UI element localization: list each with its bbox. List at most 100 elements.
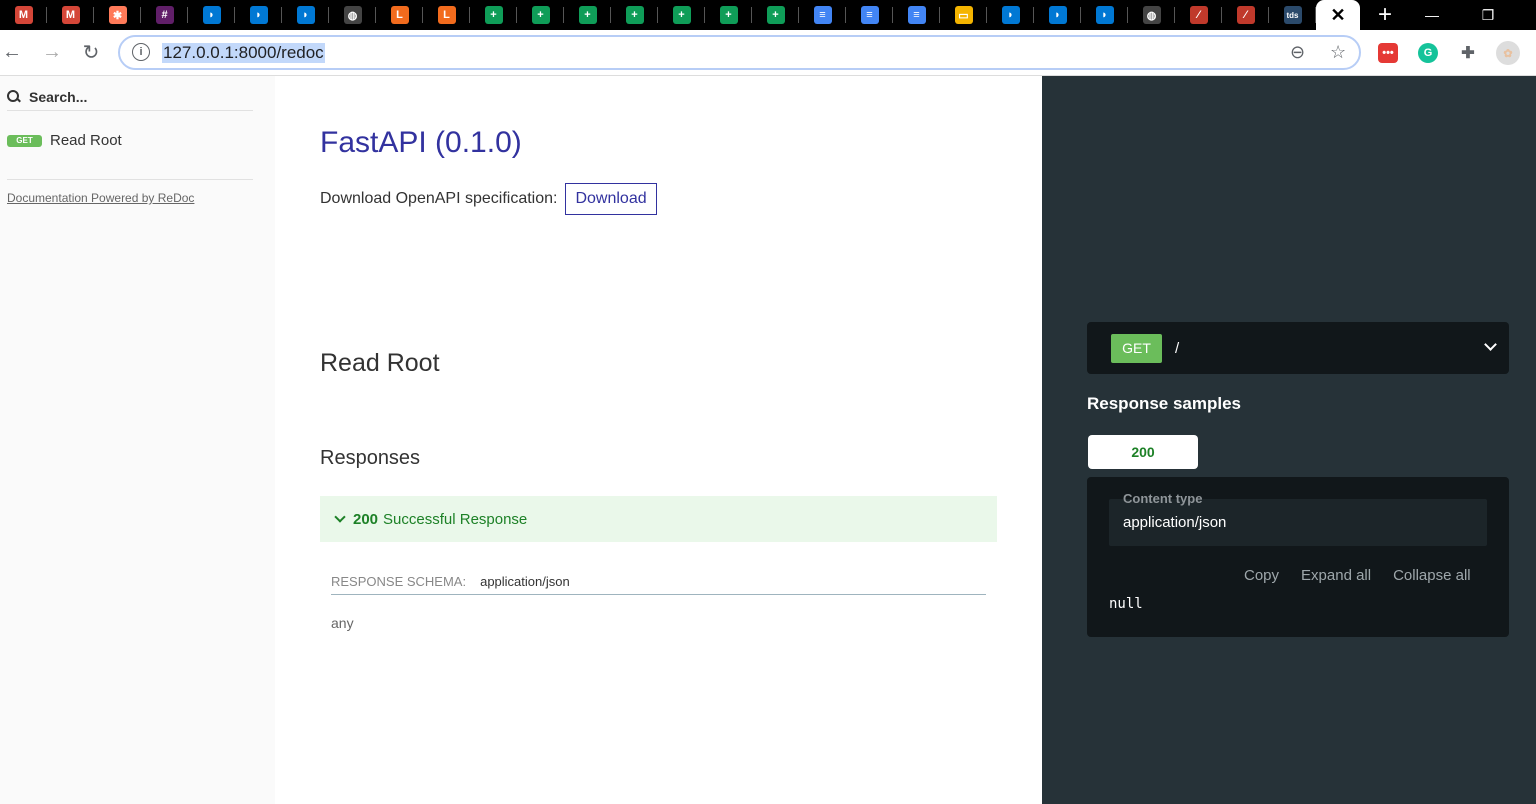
browser-tab[interactable]: ⁄ [1222,0,1269,30]
profile-avatar[interactable]: ✿ [1496,41,1520,65]
response-sample-box: Content type application/json Copy Expan… [1087,477,1509,637]
browser-tab[interactable]: ≡ [846,0,893,30]
sheets-icon: + [766,6,785,24]
browser-tab[interactable]: ◍ [1128,0,1175,30]
schema-type: any [331,615,354,631]
response-200-toggle[interactable]: 200 Successful Response [320,496,997,542]
browser-tab[interactable]: ◗ [987,0,1034,30]
gmail-icon: M [61,6,80,24]
azure-devops-icon: ◗ [249,6,268,24]
download-spec-row: Download OpenAPI specification: Download [320,183,657,215]
browser-tab[interactable]: + [752,0,799,30]
browser-tab[interactable]: ≡ [893,0,940,30]
close-icon[interactable]: ✕ [1330,5,1345,26]
globe-icon: ◍ [1142,6,1161,24]
browser-tab[interactable]: + [470,0,517,30]
expand-all-button[interactable]: Expand all [1301,567,1371,584]
minimize-button[interactable]: — [1404,0,1460,30]
feather-icon: ⁄ [1236,6,1255,24]
sheets-icon: + [531,6,550,24]
browser-tab[interactable]: # [141,0,188,30]
browser-tab[interactable]: + [705,0,752,30]
browser-tab[interactable]: ◍ [329,0,376,30]
response-schema-content-type: application/json [480,574,570,589]
content-type-label: Content type [1123,491,1203,506]
browser-tab[interactable]: + [658,0,705,30]
endpoint-toggle[interactable]: GET / [1087,322,1509,374]
search-input[interactable]: Search... [29,89,87,105]
sheets-icon: + [484,6,503,24]
endpoint-path: / [1175,339,1180,357]
extensions-puzzle-icon[interactable]: ✚ [1458,43,1478,63]
copy-button[interactable]: Copy [1244,567,1279,584]
address-bar[interactable]: i 127.0.0.1:8000/redoc ⊖ ☆ [118,35,1361,70]
sidebar-item-label: Read Root [50,132,122,149]
browser-tab[interactable]: ⁄ [1175,0,1222,30]
tds-icon: tds [1283,6,1302,24]
sample-actions: Copy Expand all Collapse all [1244,567,1493,584]
browser-tab[interactable]: ≡ [799,0,846,30]
browser-toolbar: ← → ↻ i 127.0.0.1:8000/redoc ⊖ ☆ ••• G ✚… [0,30,1536,76]
browser-tab[interactable]: L [376,0,423,30]
browser-tab[interactable]: ◗ [1034,0,1081,30]
response-samples-title: Response samples [1087,394,1242,413]
restore-button[interactable]: ❐ [1460,0,1516,30]
docs-icon: ≡ [813,6,832,24]
site-info-icon[interactable]: i [132,43,150,61]
azure-devops-icon: ◗ [296,6,315,24]
docs-icon: ≡ [860,6,879,24]
active-tab-close-button[interactable]: ✕ [1316,0,1360,30]
sidebar-divider [7,179,253,180]
reload-button[interactable]: ↻ [79,40,103,64]
responses-heading: Responses [320,447,421,469]
browser-tab[interactable]: + [611,0,658,30]
azure-devops-icon: ◗ [202,6,221,24]
bookmark-star-icon[interactable]: ☆ [1330,42,1346,63]
zoom-icon[interactable]: ⊖ [1290,42,1305,63]
slides-icon: ▭ [954,6,973,24]
back-button[interactable]: ← [0,40,24,64]
browser-tab[interactable]: ◗ [282,0,329,30]
response-schema-label: RESPONSE SCHEMA: [331,574,467,589]
sheets-icon: + [719,6,738,24]
browser-tab[interactable]: M [47,0,94,30]
collapse-all-button[interactable]: Collapse all [1393,567,1471,584]
password-manager-extension-icon[interactable]: ••• [1378,43,1398,63]
browser-tab[interactable]: + [564,0,611,30]
browser-tab[interactable]: ◗ [1081,0,1128,30]
browser-tab[interactable]: ✱ [94,0,141,30]
url-text[interactable]: 127.0.0.1:8000/redoc [162,43,325,63]
content-type-select[interactable]: Content type application/json [1109,491,1487,546]
browser-tab[interactable]: ◗ [235,0,282,30]
sample-tab-200[interactable]: 200 [1088,435,1198,469]
response-code: 200 [353,510,379,528]
browser-tab[interactable]: ◗ [188,0,235,30]
azure-devops-icon: ◗ [1095,6,1114,24]
browser-tab[interactable]: L [423,0,470,30]
sidebar-item-read-root[interactable]: GET Read Root [7,132,122,149]
search-box[interactable]: Search... [7,84,253,111]
browser-tab[interactable]: + [517,0,564,30]
search-icon [7,90,21,104]
browser-tab[interactable]: M [0,0,47,30]
azure-devops-icon: ◗ [1048,6,1067,24]
browser-tab[interactable]: ▭ [940,0,987,30]
new-tab-button[interactable]: + [1360,0,1410,30]
forward-button[interactable]: → [40,40,64,64]
sheets-icon: + [578,6,597,24]
grammarly-extension-icon[interactable]: G [1418,43,1438,63]
browser-tab[interactable]: tds [1269,0,1316,30]
redoc-sidebar: Search... GET Read Root Documentation Po… [0,76,275,804]
sheets-icon: + [672,6,691,24]
operation-title: Read Root [320,349,440,377]
api-title: FastAPI (0.1.0) [320,126,522,159]
azure-devops-icon: ◗ [1001,6,1020,24]
powered-by-redoc-link[interactable]: Documentation Powered by ReDoc [7,191,194,205]
chevron-down-icon [1484,338,1497,351]
browser-tab-strip: M M ✱ # ◗ ◗ ◗ ◍ L L + + + + + + + ≡ ≡ ≡ ▭ ◗ ◗ ◗ ◍ ⁄ ⁄ tds ✕ + [0,0,1536,30]
download-label: Download OpenAPI specification: [320,190,558,207]
content-type-value: application/json [1123,514,1227,531]
chevron-down-icon [334,511,346,523]
download-button[interactable]: Download [565,183,657,215]
hubspot-icon: ✱ [108,6,127,24]
